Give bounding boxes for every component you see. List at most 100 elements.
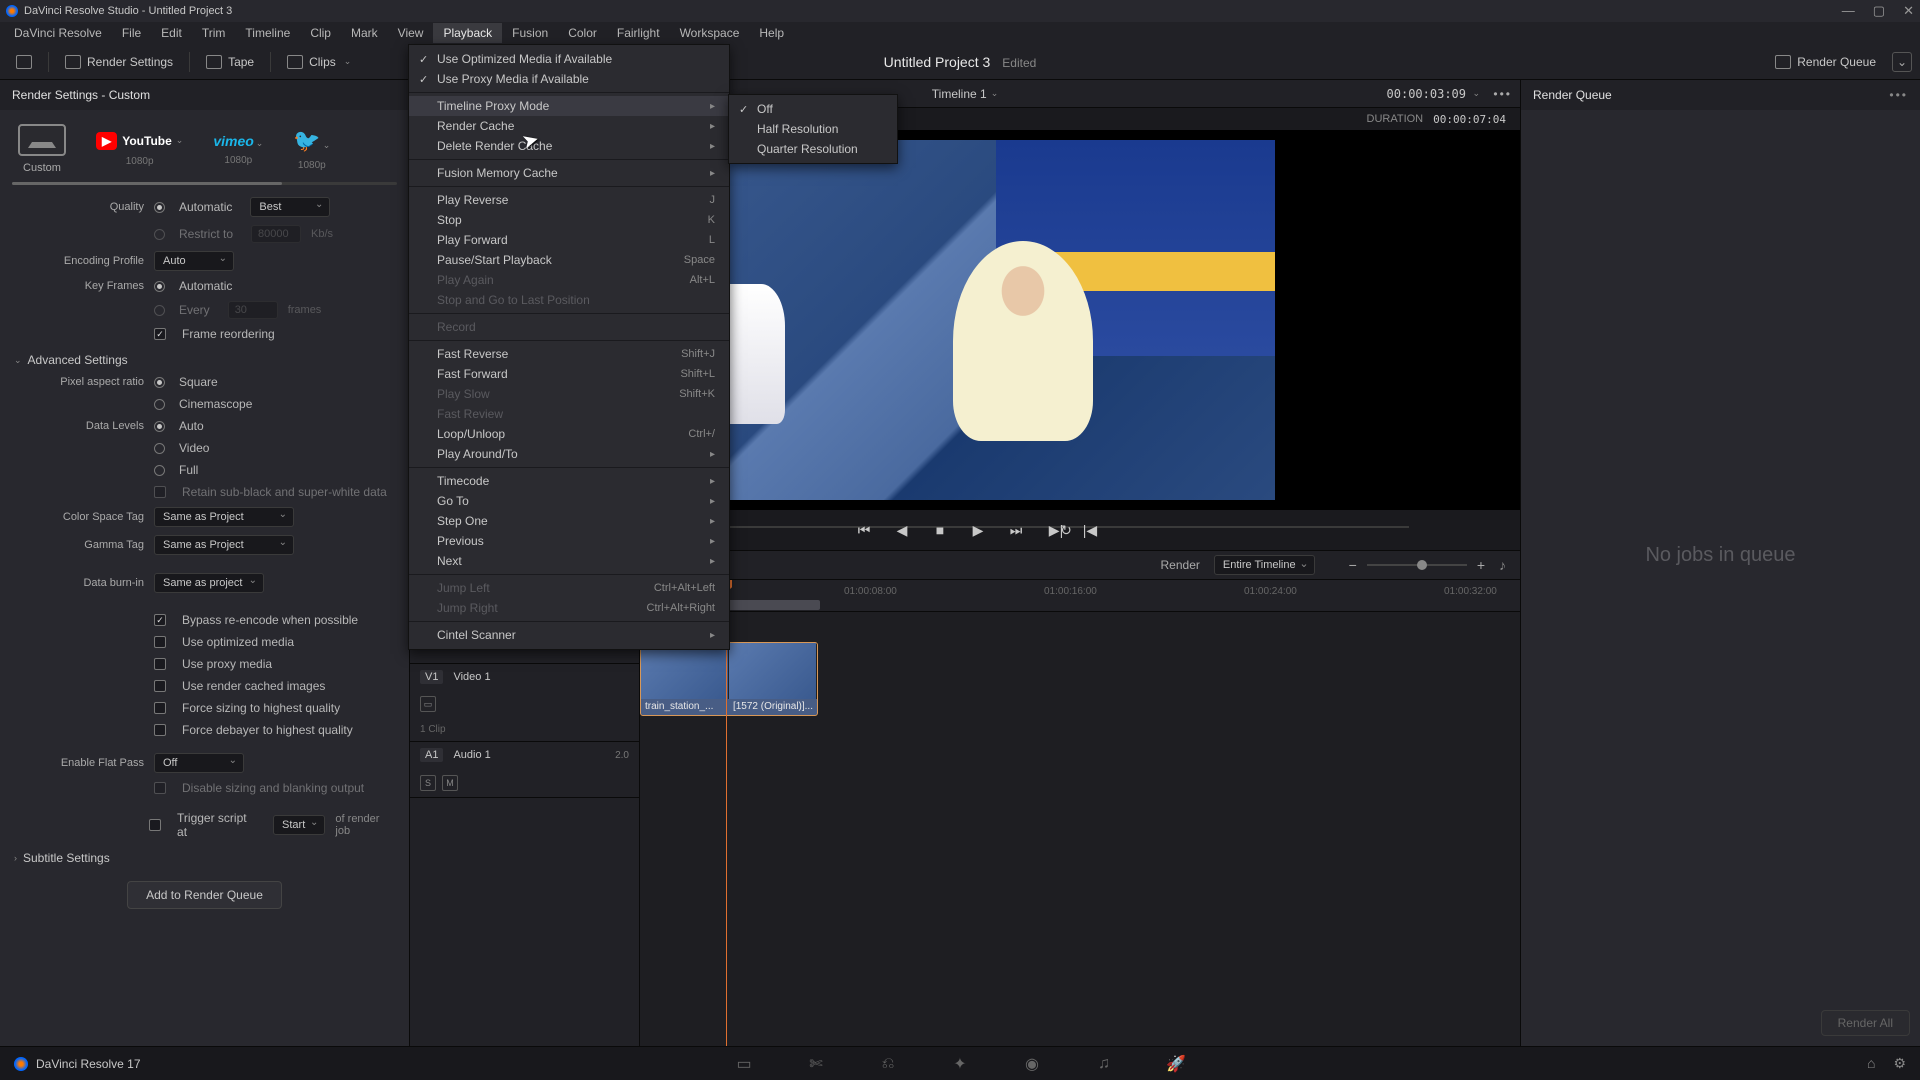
play-reverse-button[interactable]: ◀ (892, 522, 912, 539)
optimized-media-check[interactable] (154, 636, 166, 648)
datalevels-full-radio[interactable] (154, 465, 165, 476)
next-clip-button[interactable]: ▶| (1046, 522, 1066, 539)
zoom-in-button[interactable]: + (1477, 557, 1485, 573)
clips-button[interactable]: Clips⌄ (279, 51, 359, 73)
subtitle-settings-header[interactable]: ›Subtitle Settings (14, 843, 395, 869)
databurn-dropdown[interactable]: Same as project (154, 573, 264, 593)
tape-button[interactable]: Tape (198, 51, 262, 73)
last-frame-button[interactable]: ⏭ (1006, 522, 1026, 539)
menuitem-use-proxy-media-if-available[interactable]: ✓Use Proxy Media if Available (409, 69, 729, 89)
fairlight-page-button[interactable]: ♫ (1093, 1055, 1115, 1073)
menuitem-play-around-to[interactable]: Play Around/To▸ (409, 444, 729, 464)
menu-trim[interactable]: Trim (192, 23, 236, 43)
add-to-render-queue-button[interactable]: Add to Render Queue (127, 881, 282, 909)
track-a1-header[interactable]: A1Audio 12.0 SM (410, 742, 639, 798)
menuitem-go-to[interactable]: Go To▸ (409, 491, 729, 511)
menuitem-use-optimized-media-if-available[interactable]: ✓Use Optimized Media if Available (409, 49, 729, 69)
colorspace-dropdown[interactable]: Same as Project (154, 507, 294, 527)
cached-images-check[interactable] (154, 680, 166, 692)
menuitem-step-one[interactable]: Step One▸ (409, 511, 729, 531)
preset-vimeo[interactable]: vimeo⌄ 1080p (213, 133, 263, 166)
menuitem-render-cache[interactable]: Render Cache▸ (409, 116, 729, 136)
timeline-name[interactable]: Timeline 1 (932, 87, 987, 101)
color-page-button[interactable]: ◉ (1021, 1055, 1043, 1073)
quality-auto-radio[interactable] (154, 202, 165, 213)
trigger-at-dropdown[interactable]: Start (273, 815, 325, 835)
menuitem-timeline-proxy-mode[interactable]: Timeline Proxy Mode▸ (409, 96, 729, 116)
menu-help[interactable]: Help (749, 23, 794, 43)
quality-restrict-radio[interactable] (154, 229, 165, 240)
zoom-slider[interactable] (1367, 564, 1467, 566)
menu-mark[interactable]: Mark (341, 23, 388, 43)
retain-subblack-check[interactable] (154, 486, 166, 498)
trigger-script-check[interactable] (149, 819, 161, 831)
menu-playback[interactable]: Playback (433, 23, 502, 43)
bypass-reencode-check[interactable] (154, 614, 166, 626)
menu-timeline[interactable]: Timeline (235, 23, 300, 43)
encoding-profile-dropdown[interactable]: Auto (154, 251, 234, 271)
gamma-dropdown[interactable]: Same as Project (154, 535, 294, 555)
menu-file[interactable]: File (112, 23, 151, 43)
quick-export-button[interactable] (8, 51, 40, 73)
advanced-settings-header[interactable]: ⌄Advanced Settings (14, 345, 395, 371)
menuitem-loop-unloop[interactable]: Loop/UnloopCtrl+/ (409, 424, 729, 444)
preset-twitter[interactable]: 🐦⌄ 1080p (293, 128, 330, 171)
minimize-button[interactable]: — (1842, 3, 1855, 19)
flatpass-dropdown[interactable]: Off (154, 753, 244, 773)
menuitem-fast-forward[interactable]: Fast ForwardShift+L (409, 364, 729, 384)
track-a1-mute[interactable]: M (442, 775, 458, 791)
menu-edit[interactable]: Edit (151, 23, 192, 43)
close-button[interactable]: ✕ (1903, 3, 1914, 19)
menu-fairlight[interactable]: Fairlight (607, 23, 670, 43)
maximize-button[interactable]: ▢ (1873, 3, 1885, 19)
play-button[interactable]: ▶ (968, 522, 988, 539)
frame-reorder-check[interactable] (154, 328, 166, 340)
zoom-out-button[interactable]: − (1349, 557, 1357, 573)
keyframes-every-radio[interactable] (154, 305, 165, 316)
project-settings-button[interactable]: ⚙ (1893, 1055, 1906, 1072)
viewer-options-button[interactable]: ••• (1493, 87, 1512, 101)
keyframes-auto-radio[interactable] (154, 281, 165, 292)
render-queue-options[interactable]: ••• (1889, 88, 1908, 102)
menuitem-previous[interactable]: Previous▸ (409, 531, 729, 551)
menu-davinci-resolve[interactable]: DaVinci Resolve (4, 23, 112, 43)
cut-page-button[interactable]: ✄ (805, 1055, 827, 1073)
menuitem-play-forward[interactable]: Play ForwardL (409, 230, 729, 250)
menu-fusion[interactable]: Fusion (502, 23, 558, 43)
proxy-media-check[interactable] (154, 658, 166, 670)
track-v1-mute[interactable]: ▭ (420, 696, 436, 712)
menuitem-fusion-memory-cache[interactable]: Fusion Memory Cache▸ (409, 163, 729, 183)
force-debayer-check[interactable] (154, 724, 166, 736)
menuitem-timecode[interactable]: Timecode▸ (409, 471, 729, 491)
menuitem-delete-render-cache[interactable]: Delete Render Cache▸ (409, 136, 729, 156)
stop-button[interactable]: ■ (930, 522, 950, 538)
track-v1-header[interactable]: V1Video 1 ▭ 1 Clip (410, 664, 639, 742)
viewer-timecode[interactable]: 00:00:03:09 (1387, 87, 1466, 101)
render-settings-button[interactable]: Render Settings (57, 51, 181, 73)
proxy-quarter-resolution[interactable]: Quarter Resolution (729, 139, 897, 159)
deliver-page-button[interactable]: 🚀 (1165, 1055, 1187, 1073)
menuitem-pause-start-playback[interactable]: Pause/Start PlaybackSpace (409, 250, 729, 270)
render-all-button[interactable]: Render All (1821, 1010, 1910, 1036)
force-sizing-check[interactable] (154, 702, 166, 714)
edit-page-button[interactable]: ⎌ (877, 1055, 899, 1073)
toolbar-expand-button[interactable]: ⌄ (1892, 52, 1912, 72)
menu-workspace[interactable]: Workspace (670, 23, 750, 43)
menuitem-fast-reverse[interactable]: Fast ReverseShift+J (409, 344, 729, 364)
preset-youtube[interactable]: ▶YouTube⌄ 1080p (96, 132, 183, 167)
pixel-cinemascope-radio[interactable] (154, 399, 165, 410)
render-queue-button[interactable]: Render Queue (1767, 51, 1884, 73)
fusion-page-button[interactable]: ✦ (949, 1055, 971, 1073)
menu-clip[interactable]: Clip (300, 23, 341, 43)
datalevels-auto-radio[interactable] (154, 421, 165, 432)
quality-best-dropdown[interactable]: Best (250, 197, 330, 217)
first-frame-button[interactable]: ⏮ (854, 522, 874, 539)
timeline-ruler[interactable]: 01:00:00:0001:00:08:0001:00:16:0001:00:2… (640, 580, 1520, 612)
render-range-dropdown[interactable]: Entire Timeline (1214, 555, 1315, 575)
disable-sizing-check[interactable] (154, 782, 166, 794)
menuitem-stop[interactable]: StopK (409, 210, 729, 230)
pixel-square-radio[interactable] (154, 377, 165, 388)
proxy-half-resolution[interactable]: Half Resolution (729, 119, 897, 139)
preset-custom[interactable]: Custom (18, 124, 66, 174)
datalevels-video-radio[interactable] (154, 443, 165, 454)
